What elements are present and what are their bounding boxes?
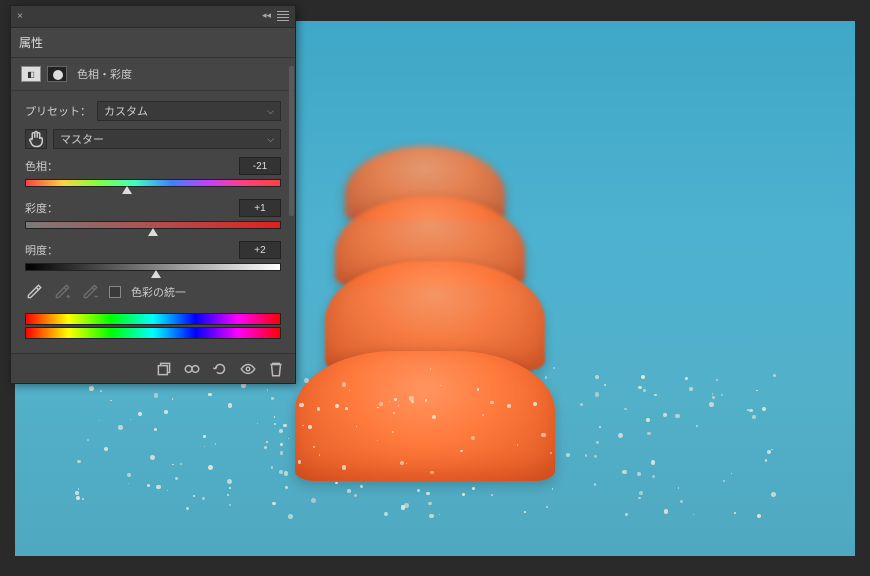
output-spectrum[interactable]: [25, 327, 281, 339]
saturation-value-input[interactable]: +1: [239, 199, 281, 217]
layer-mask-icon[interactable]: [47, 66, 67, 82]
lightness-label: 明度：: [25, 242, 58, 258]
channel-value: マスター: [60, 131, 104, 147]
eyedropper-subtract-icon[interactable]: [81, 283, 99, 301]
view-previous-state-icon[interactable]: [183, 360, 201, 378]
eyedropper-icon[interactable]: [25, 283, 43, 301]
channel-dropdown[interactable]: マスター ⌵: [53, 129, 281, 149]
panel-scrollbar[interactable]: [289, 66, 294, 216]
hue-saturation-icon[interactable]: ◧: [21, 66, 41, 82]
color-spectrum-bars: [25, 313, 281, 339]
properties-panel: × ◂◂ 属性 ◧ 色相・彩度 プリセット： カスタム ⌵ マスター: [10, 5, 296, 384]
saturation-slider-group: 彩度： +1: [25, 199, 281, 231]
preset-value: カスタム: [104, 103, 148, 119]
chevron-down-icon: ⌵: [267, 106, 274, 117]
panel-body: プリセット： カスタム ⌵ マスター ⌵ 色相： -21: [11, 91, 295, 353]
colorize-checkbox[interactable]: [109, 286, 121, 298]
reset-icon[interactable]: [211, 360, 229, 378]
hue-slider[interactable]: [25, 179, 281, 189]
chevron-down-icon: ⌵: [267, 134, 274, 145]
adjustment-name: 色相・彩度: [77, 66, 132, 82]
targeted-adjustment-tool-icon[interactable]: [25, 129, 47, 149]
clip-to-layer-icon[interactable]: [155, 360, 173, 378]
saturation-label: 彩度：: [25, 200, 58, 216]
collapse-icon[interactable]: ◂◂: [262, 10, 271, 21]
input-spectrum[interactable]: [25, 313, 281, 325]
slider-thumb[interactable]: [148, 228, 158, 236]
visibility-icon[interactable]: [239, 360, 257, 378]
colorize-label: 色彩の統一: [131, 284, 186, 300]
adjustment-type-header: ◧ 色相・彩度: [11, 58, 295, 91]
lightness-value-input[interactable]: +2: [239, 241, 281, 259]
panel-title: 属性: [11, 28, 295, 58]
panel-menu-icon[interactable]: [275, 8, 291, 24]
trash-icon[interactable]: [267, 360, 285, 378]
image-subject: [295, 351, 555, 481]
eyedropper-row: 色彩の統一: [25, 283, 281, 301]
panel-footer: [11, 353, 295, 383]
eyedropper-add-icon[interactable]: [53, 283, 71, 301]
close-icon[interactable]: ×: [17, 11, 23, 22]
hue-value-input[interactable]: -21: [239, 157, 281, 175]
lightness-slider[interactable]: [25, 263, 281, 273]
hue-slider-group: 色相： -21: [25, 157, 281, 189]
slider-thumb[interactable]: [122, 186, 132, 194]
hue-label: 色相：: [25, 158, 58, 174]
lightness-slider-group: 明度： +2: [25, 241, 281, 273]
preset-label: プリセット：: [25, 103, 91, 119]
slider-thumb[interactable]: [151, 270, 161, 278]
panel-header[interactable]: × ◂◂: [11, 6, 295, 28]
saturation-slider[interactable]: [25, 221, 281, 231]
preset-dropdown[interactable]: カスタム ⌵: [97, 101, 281, 121]
